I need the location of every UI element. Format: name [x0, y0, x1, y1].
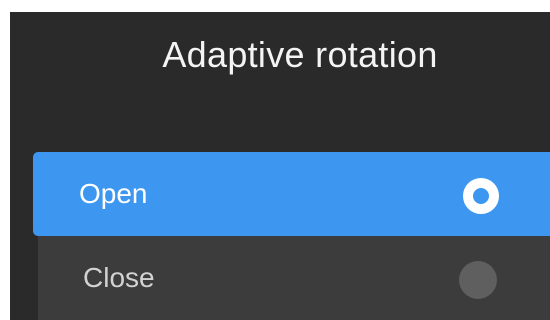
option-close[interactable]: Close [38, 236, 550, 320]
radio-selected-icon[interactable] [463, 178, 499, 214]
option-open-label: Open [79, 178, 148, 209]
radio-unselected-icon[interactable] [459, 261, 497, 299]
option-close-label: Close [83, 262, 155, 293]
dialog-title: Adaptive rotation [162, 34, 438, 75]
option-open[interactable]: Open [33, 152, 550, 236]
